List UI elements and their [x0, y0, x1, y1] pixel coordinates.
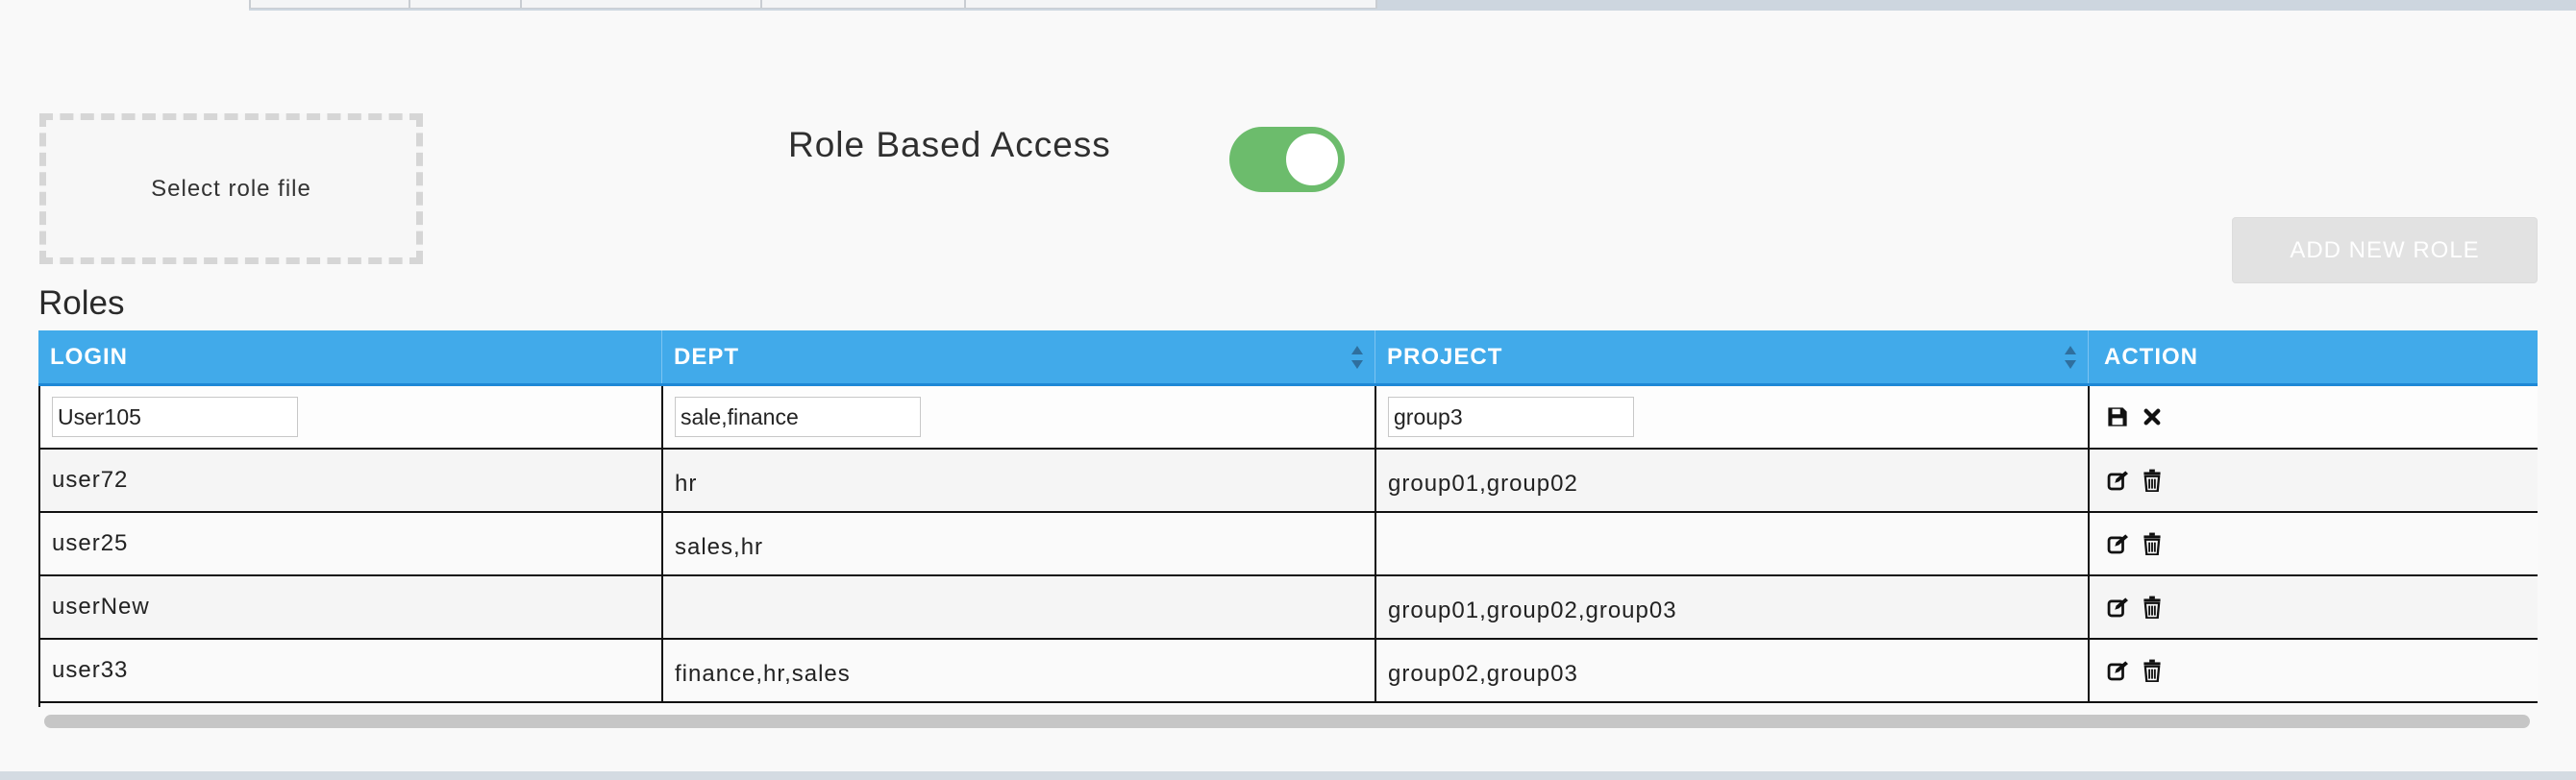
action-cell [2088, 450, 2538, 511]
toggle-knob [1286, 134, 1338, 185]
edit-icon[interactable] [2105, 530, 2130, 557]
dept-cell: finance,hr,sales [661, 640, 1375, 701]
project-cell [1375, 513, 2088, 574]
role-based-access-label: Role Based Access [788, 125, 1111, 164]
column-label: DEPT [674, 343, 740, 370]
tab-strip [249, 0, 2576, 11]
dept-input[interactable] [675, 397, 921, 437]
login-input[interactable] [52, 397, 298, 437]
table-row: user33 finance,hr,sales group02,group03 [38, 640, 2538, 703]
grid-header: LOGIN DEPT PROJECT ACTION [38, 330, 2538, 386]
column-label: LOGIN [50, 343, 128, 370]
action-cell [2088, 513, 2538, 574]
tab-1[interactable] [249, 0, 410, 9]
table-row-editing [38, 386, 2538, 450]
roles-grid: LOGIN DEPT PROJECT ACTION user72 hr grou… [38, 330, 2538, 703]
table-row: user25 sales,hr [38, 513, 2538, 576]
role-based-access-toggle[interactable] [1229, 127, 1345, 192]
edit-icon[interactable] [2105, 467, 2130, 494]
dept-cell: hr [661, 450, 1375, 511]
login-cell: userNew [38, 576, 661, 638]
tab-4[interactable] [760, 0, 966, 9]
edit-icon[interactable] [2105, 594, 2130, 621]
action-cell [2088, 386, 2538, 448]
trash-icon[interactable] [2140, 467, 2165, 494]
save-icon[interactable] [2105, 403, 2130, 430]
tab-5[interactable] [964, 0, 1377, 9]
trash-icon[interactable] [2140, 530, 2165, 557]
bottom-border [0, 771, 2576, 780]
login-cell: user25 [38, 513, 661, 574]
dept-cell: sales,hr [661, 513, 1375, 574]
action-cell [2088, 640, 2538, 701]
sort-icon[interactable] [1351, 346, 1363, 371]
project-cell [1375, 386, 2088, 448]
horizontal-scrollbar[interactable] [44, 715, 2530, 728]
dropzone-label: Select role file [151, 175, 311, 202]
column-header-login[interactable]: LOGIN [38, 330, 661, 383]
project-cell: group01,group02,group03 [1375, 576, 2088, 638]
table-row: user72 hr group01,group02 [38, 450, 2538, 513]
action-cell [2088, 576, 2538, 638]
login-cell: user72 [38, 450, 661, 511]
trash-icon[interactable] [2140, 657, 2165, 684]
edit-icon[interactable] [2105, 657, 2130, 684]
column-label: ACTION [2104, 343, 2198, 370]
project-cell: group01,group02 [1375, 450, 2088, 511]
project-cell: group02,group03 [1375, 640, 2088, 701]
roles-title: Roles [38, 284, 125, 322]
trash-icon[interactable] [2140, 594, 2165, 621]
login-cell [38, 386, 661, 448]
column-header-project[interactable]: PROJECT [1375, 330, 2088, 383]
column-header-dept[interactable]: DEPT [661, 330, 1375, 383]
table-row: userNew group01,group02,group03 [38, 576, 2538, 640]
dept-cell [661, 576, 1375, 638]
tab-3[interactable] [520, 0, 762, 9]
role-file-dropzone[interactable]: Select role file [39, 113, 423, 264]
column-header-action: ACTION [2088, 330, 2538, 383]
sort-icon[interactable] [2065, 346, 2076, 371]
login-cell: user33 [38, 640, 661, 701]
dept-cell [661, 386, 1375, 448]
add-new-role-button[interactable]: ADD NEW ROLE [2232, 217, 2538, 283]
column-label: PROJECT [1387, 343, 1503, 370]
project-input[interactable] [1388, 397, 1634, 437]
tab-2[interactable] [409, 0, 522, 9]
close-icon[interactable] [2140, 403, 2165, 430]
